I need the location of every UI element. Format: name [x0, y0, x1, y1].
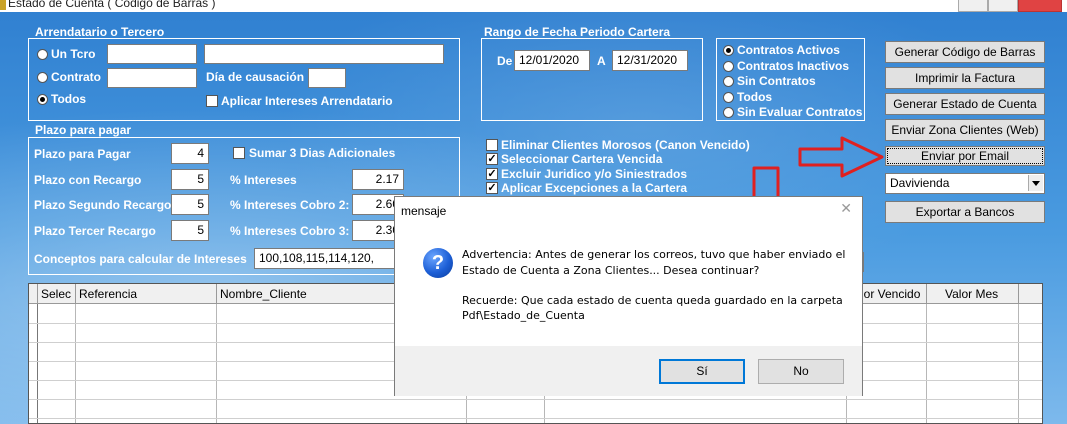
maximize-button[interactable] [988, 0, 1018, 12]
sin-contratos-radio[interactable] [723, 76, 734, 87]
plazo-segundo-label: Plazo Segundo Recargo [34, 198, 172, 212]
row-header-divider [37, 304, 38, 423]
banco-select[interactable]: Davivienda [885, 173, 1045, 194]
dia-causacion-label: Día de causación [206, 70, 305, 84]
column-header-valor-mes[interactable]: Valor Mes [927, 284, 1019, 304]
dialog-message-line4: Pdf\Estado_de_Cuenta [462, 309, 585, 322]
todos-radio[interactable] [37, 94, 48, 105]
plazo-pagar-input[interactable]: 4 [171, 143, 209, 164]
enviar-email-button[interactable]: Enviar por Email [885, 146, 1045, 166]
dialog-close-icon[interactable]: ✕ [840, 200, 852, 217]
annotation-arrow-right-icon [798, 136, 884, 178]
chevron-down-icon[interactable] [1028, 175, 1043, 191]
dia-causacion-input[interactable] [308, 68, 346, 88]
eliminar-morosos-checkbox[interactable] [486, 139, 498, 151]
column-header-extra[interactable] [1019, 284, 1042, 304]
eliminar-morosos-label: Eliminar Clientes Morosos (Canon Vencido… [501, 138, 750, 152]
todos-contratos-radio[interactable] [723, 92, 734, 103]
message-dialog: mensaje ✕ ? Advertencia: Antes de genera… [394, 196, 863, 396]
grid-col-divider [1018, 304, 1019, 423]
aplicar-intereses-label: Aplicar Intereses Arrendatario [221, 94, 393, 108]
plazo-segundo-input[interactable]: 5 [171, 194, 209, 215]
conceptos-input[interactable]: 100,108,115,114,120, [254, 248, 404, 269]
aplicar-excepciones-label: Aplicar Excepciones a la Cartera [501, 181, 688, 195]
minimize-button[interactable] [958, 0, 988, 12]
un-tcro-radio[interactable] [37, 49, 48, 60]
seleccionar-cartera-checkbox[interactable]: ✓ [486, 153, 498, 165]
title-bar: Estado de Cuenta ( Código de Barras ) [0, 0, 1067, 12]
contrato-radio[interactable] [37, 72, 48, 83]
intereses-cobro2-label: % Intereses Cobro 2: [230, 198, 350, 212]
grid-col-divider [926, 304, 927, 423]
contratos-inactivos-label: Contratos Inactivos [737, 59, 850, 73]
column-header-selec[interactable]: Selec [38, 284, 76, 304]
rango-fecha-group-title: Rango de Fecha Periodo Cartera [484, 25, 671, 39]
conceptos-label: Conceptos para calcular de Intereses [34, 252, 247, 266]
intereses-cobro3-label: % Intereses Cobro 3: [230, 224, 350, 238]
aplicar-intereses-checkbox[interactable] [206, 95, 218, 107]
grid-row-divider [29, 399, 1042, 400]
generar-codigo-barras-button[interactable]: Generar Código de Barras [885, 41, 1045, 63]
grid-col-divider [216, 304, 217, 423]
grid-col-divider [75, 304, 76, 423]
column-header-referencia[interactable]: Referencia [76, 284, 217, 304]
plazo-tercer-input[interactable]: 5 [171, 220, 209, 241]
contratos-activos-radio[interactable] [723, 45, 734, 56]
a-label: A [597, 54, 606, 68]
intereses-label: % Intereses [230, 173, 297, 187]
intereses-input[interactable]: 2.17 [352, 169, 404, 190]
yes-button[interactable]: Sí [659, 359, 745, 384]
sin-evaluar-label: Sin Evaluar Contratos [737, 105, 863, 119]
sin-contratos-label: Sin Contratos [737, 74, 816, 88]
dialog-message-line1: Advertencia: Antes de generar los correo… [462, 248, 846, 261]
dialog-message-line2: Estado de Cuenta a Zona Clientes... Dese… [462, 264, 760, 277]
seleccionar-cartera-label: Seleccionar Cartera Vencida [501, 152, 663, 166]
dialog-title: mensaje [401, 204, 447, 218]
sin-evaluar-radio[interactable] [723, 107, 734, 118]
enviar-zona-clientes-button[interactable]: Enviar Zona Clientes (Web) [885, 119, 1045, 141]
dialog-message-line3: Recuerde: Que cada estado de cuenta qued… [462, 294, 843, 307]
contratos-activos-label: Contratos Activos [737, 43, 840, 57]
todos-label: Todos [51, 92, 87, 106]
fecha-desde-input[interactable]: 12/01/2020 [514, 50, 590, 71]
excluir-juridico-label: Excluir Juridico y/o Siniestrados [501, 167, 688, 181]
contrato-label: Contrato [51, 70, 101, 84]
grid-row-divider [29, 418, 1042, 419]
aplicar-excepciones-checkbox[interactable]: ✓ [486, 182, 498, 194]
imprimir-factura-button[interactable]: Imprimir la Factura [885, 67, 1045, 89]
plazo-recargo-input[interactable]: 5 [171, 169, 209, 190]
dialog-footer: Sí No [395, 346, 862, 396]
contrato-input[interactable] [107, 68, 197, 88]
plazo-pagar-label: Plazo para Pagar [34, 147, 131, 161]
un-tcro-label: Un Tcro [51, 47, 96, 61]
row-header-corner [29, 284, 38, 304]
un-tcro-input[interactable] [107, 44, 197, 64]
banco-selected-value: Davivienda [890, 176, 950, 190]
contratos-inactivos-radio[interactable] [723, 61, 734, 72]
excluir-juridico-checkbox[interactable]: ✓ [486, 168, 498, 180]
exportar-bancos-button[interactable]: Exportar a Bancos [885, 201, 1045, 223]
close-button[interactable] [1018, 0, 1062, 12]
no-button[interactable]: No [758, 359, 844, 384]
question-icon: ? [423, 248, 453, 278]
fecha-hasta-input[interactable]: 12/31/2020 [612, 50, 688, 71]
plazo-group-title: Plazo para pagar [35, 123, 132, 137]
arrendatario-group-title: Arrendatario o Tercero [35, 25, 165, 39]
plazo-tercer-label: Plazo Tercer Recargo [34, 224, 156, 238]
todos-contratos-label: Todos [737, 90, 773, 104]
window-title: Estado de Cuenta ( Código de Barras ) [8, 0, 216, 10]
plazo-recargo-label: Plazo con Recargo [34, 173, 142, 187]
generar-estado-cuenta-button[interactable]: Generar Estado de Cuenta [885, 93, 1045, 115]
sumar-dias-checkbox[interactable] [233, 147, 245, 159]
de-label: De [497, 54, 513, 68]
app-icon [0, 0, 6, 10]
sumar-dias-label: Sumar 3 Dias Adicionales [249, 146, 396, 160]
tercero-name-input[interactable] [204, 44, 444, 64]
